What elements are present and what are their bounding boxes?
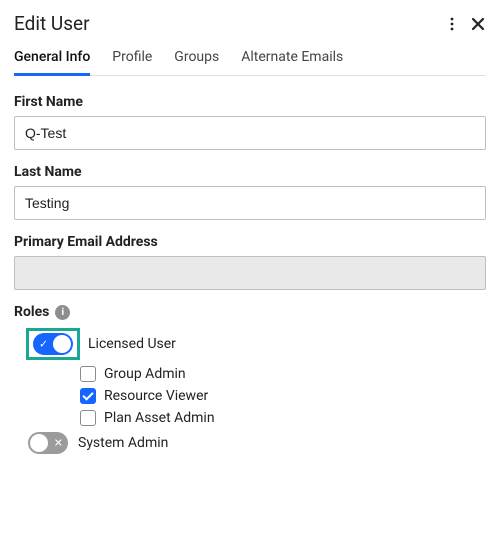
tabs: General Info Profile Groups Alternate Em… bbox=[14, 43, 486, 76]
system-admin-toggle[interactable]: ✕ bbox=[28, 432, 68, 454]
tab-alternate-emails[interactable]: Alternate Emails bbox=[241, 43, 343, 76]
info-icon[interactable]: i bbox=[55, 305, 70, 320]
plan-asset-admin-label: Plan Asset Admin bbox=[104, 410, 215, 426]
tab-groups[interactable]: Groups bbox=[174, 43, 219, 76]
resource-viewer-label: Resource Viewer bbox=[104, 388, 208, 404]
dialog-title: Edit User bbox=[14, 12, 90, 35]
tab-profile[interactable]: Profile bbox=[112, 43, 152, 76]
last-name-input[interactable] bbox=[14, 186, 486, 220]
first-name-input[interactable] bbox=[14, 116, 486, 150]
group-admin-checkbox[interactable] bbox=[80, 366, 96, 382]
more-options-icon[interactable] bbox=[444, 16, 460, 32]
header-actions bbox=[444, 16, 486, 32]
last-name-field: Last Name bbox=[14, 164, 486, 220]
first-name-label: First Name bbox=[14, 94, 486, 110]
x-icon: ✕ bbox=[54, 437, 63, 450]
group-admin-label: Group Admin bbox=[104, 366, 186, 382]
roles-header: Roles i bbox=[14, 304, 486, 320]
group-admin-row: Group Admin bbox=[80, 366, 486, 382]
plan-asset-admin-row: Plan Asset Admin bbox=[80, 410, 486, 426]
dialog-header: Edit User bbox=[14, 12, 486, 35]
resource-viewer-row: Resource Viewer bbox=[80, 388, 486, 404]
tab-general-info[interactable]: General Info bbox=[14, 43, 90, 76]
first-name-field: First Name bbox=[14, 94, 486, 150]
licensed-user-row: ✓ Licensed User bbox=[26, 328, 486, 360]
system-admin-row: ✕ System Admin bbox=[28, 432, 486, 454]
primary-email-input bbox=[14, 256, 486, 290]
licensed-user-toggle[interactable]: ✓ bbox=[33, 333, 73, 355]
plan-asset-admin-checkbox[interactable] bbox=[80, 410, 96, 426]
close-icon[interactable] bbox=[470, 16, 486, 32]
check-icon: ✓ bbox=[39, 338, 48, 351]
licensed-user-toggle-highlight: ✓ bbox=[26, 328, 80, 360]
primary-email-label: Primary Email Address bbox=[14, 234, 486, 250]
licensed-user-label: Licensed User bbox=[88, 336, 176, 352]
primary-email-field: Primary Email Address bbox=[14, 234, 486, 290]
system-admin-label: System Admin bbox=[78, 435, 168, 451]
resource-viewer-checkbox[interactable] bbox=[80, 388, 96, 404]
last-name-label: Last Name bbox=[14, 164, 486, 180]
roles-label: Roles bbox=[14, 304, 49, 320]
